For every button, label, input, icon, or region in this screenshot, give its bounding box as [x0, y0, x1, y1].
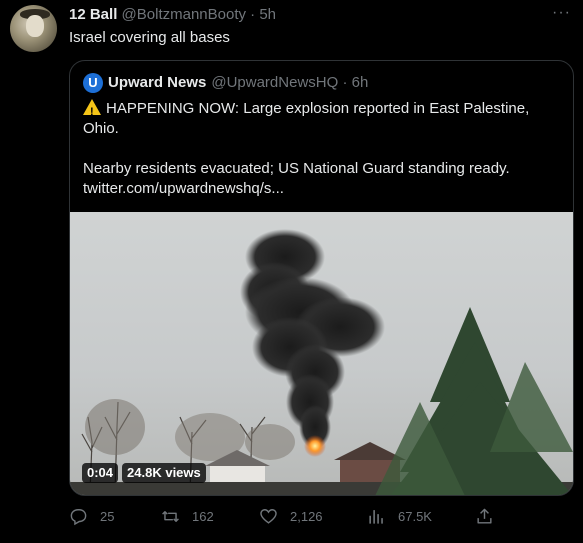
- share-button[interactable]: [475, 507, 506, 526]
- retweet-count: 162: [192, 509, 214, 524]
- bar-chart-icon: [369, 510, 383, 524]
- reply-icon: [70, 509, 87, 526]
- quoted-time[interactable]: 6h: [352, 74, 369, 92]
- separator-dot: ·: [342, 74, 348, 91]
- separator-dot: ·: [250, 6, 256, 23]
- reply-count: 25: [100, 509, 115, 524]
- views-count: 67.5K: [398, 509, 432, 524]
- quoted-line-1: HAPPENING NOW: Large explosion reported …: [83, 100, 530, 137]
- quoted-tweet[interactable]: U Upward News @UpwardNewsHQ · 6h HAPPENI…: [69, 60, 574, 496]
- quoted-line-2: Nearby residents evacuated; US National …: [83, 160, 510, 177]
- retweet-icon: [162, 511, 179, 522]
- like-button[interactable]: 2,126: [259, 507, 323, 526]
- quoted-header: U Upward News @UpwardNewsHQ · 6h: [83, 73, 368, 93]
- video-player[interactable]: 0:04 24.8K views: [70, 212, 573, 495]
- explosion-video-frame: [70, 229, 573, 495]
- tweet-actions: 25 162 2,126 67.5K: [69, 507, 569, 531]
- video-duration: 0:04: [82, 463, 119, 483]
- ellipsis-icon[interactable]: ···: [552, 4, 571, 22]
- upward-news-logo-icon[interactable]: U: [83, 73, 103, 93]
- like-count: 2,126: [290, 509, 323, 524]
- heart-icon: [260, 509, 277, 524]
- user-avatar[interactable]: [10, 5, 57, 52]
- share-icon: [477, 508, 492, 524]
- tweet-time[interactable]: 5h: [259, 6, 276, 23]
- video-badge: 0:04 24.8K views: [82, 463, 206, 483]
- avatar-face: [26, 15, 44, 37]
- reply-button[interactable]: 25: [69, 507, 114, 526]
- quoted-text: HAPPENING NOW: Large explosion reported …: [83, 97, 563, 199]
- views-button[interactable]: 67.5K: [367, 507, 432, 526]
- tweet-text: Israel covering all bases: [69, 29, 230, 46]
- quoted-link[interactable]: twitter.com/upwardnewshq/s...: [83, 179, 563, 199]
- quoted-display-name[interactable]: Upward News: [108, 74, 206, 92]
- quoted-handle[interactable]: @UpwardNewsHQ: [211, 74, 338, 92]
- warning-icon: [83, 99, 101, 122]
- video-views: 24.8K views: [122, 463, 206, 483]
- user-handle[interactable]: @BoltzmannBooty: [122, 6, 246, 23]
- display-name[interactable]: 12 Ball: [69, 6, 117, 23]
- tweet-header: 12 Ball @BoltzmannBooty · 5h: [69, 6, 276, 24]
- retweet-button[interactable]: 162: [161, 507, 214, 526]
